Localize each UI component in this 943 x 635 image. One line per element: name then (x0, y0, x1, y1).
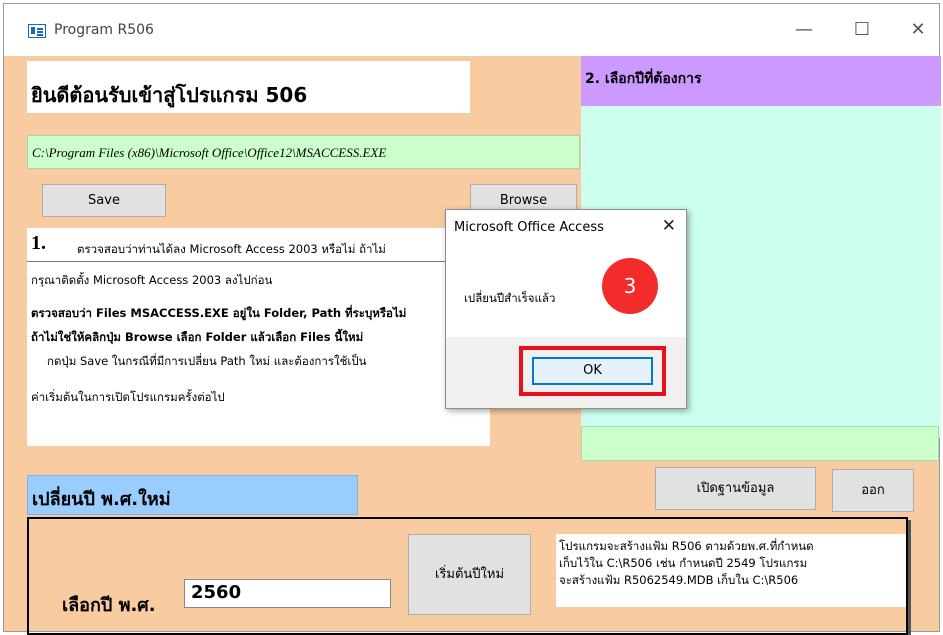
open-database-button[interactable]: เปิดฐานข้อมูล (655, 467, 816, 510)
note-line: เก็บไว้ใน C:\R506 เช่น กำหนดปี 2549 โปรแ… (559, 556, 808, 570)
dialog-close-icon[interactable]: ✕ (662, 216, 676, 236)
year-input[interactable]: 2560 (184, 579, 391, 608)
access-path-field[interactable]: C:\Program Files (x86)\Microsoft Office\… (27, 135, 580, 169)
window-title: Program R506 (54, 22, 154, 38)
app-form-icon (28, 24, 46, 38)
save-button[interactable]: Save (42, 184, 166, 217)
note-line: โปรแกรมจะสร้างแฟ้ม R506 ตามด้วยพ.ศ.ที่กำ… (559, 539, 814, 553)
exit-button[interactable]: ออก (832, 469, 914, 512)
instruction-line: กรุณาติดตั้ง Microsoft Access 2003 ลงไปก… (31, 273, 273, 287)
instruction-line: ตรวจสอบว่าท่านได้ลง Microsoft Access 200… (77, 242, 386, 256)
step-number: 1. (31, 232, 46, 254)
title-bar: Program R506 — ☐ ✕ (4, 4, 939, 56)
change-year-header: เปลี่ยนปี พ.ศ.ใหม่ (27, 475, 358, 515)
dialog-title: Microsoft Office Access (454, 220, 604, 235)
instructions-panel: 1. ตรวจสอบว่าท่านได้ลง Microsoft Access … (27, 228, 490, 446)
welcome-banner: ยินดีต้อนรับเข้าสู่โปรแกรม 506 (27, 61, 470, 113)
maximize-button[interactable]: ☐ (842, 14, 882, 46)
instruction-line: กดปุ่ม Save ในกรณีที่มีการเปลี่ยน Path ใ… (47, 354, 367, 368)
minimize-button[interactable]: — (784, 14, 824, 46)
instruction-line: ถ้าไม่ใช่ให้คลิกปุ่ม Browse เลือก Folder… (31, 330, 364, 344)
dialog-message: เปลี่ยนปีสำเร็จแล้ว (464, 291, 556, 305)
close-button[interactable]: ✕ (898, 14, 938, 46)
step-marker: 3 (602, 258, 658, 314)
start-new-year-button[interactable]: เริ่มต้นปีใหม่ (408, 534, 531, 615)
year-notes: โปรแกรมจะสร้างแฟ้ม R506 ตามด้วยพ.ศ.ที่กำ… (556, 534, 906, 607)
message-dialog: Microsoft Office Access ✕ เปลี่ยนปีสำเร็… (445, 209, 687, 409)
instruction-line: ตรวจสอบว่า Files MSACCESS.EXE อยู่ใน Fol… (31, 306, 407, 320)
ok-highlight-box (519, 346, 666, 396)
dialog-footer: OK (446, 337, 686, 408)
instruction-line: ค่าเริ่มต้นในการเปิดโปรแกรมครั้งต่อไป (31, 390, 225, 404)
year-list-header: 2. เลือกปีที่ต้องการ (581, 56, 941, 106)
note-line: จะสร้างแฟ้ม R5062549.MDB เก็บใน C:\R506 (559, 573, 799, 587)
divider (27, 261, 490, 262)
status-field (581, 426, 939, 461)
year-label: เลือกปี พ.ศ. (62, 595, 156, 616)
